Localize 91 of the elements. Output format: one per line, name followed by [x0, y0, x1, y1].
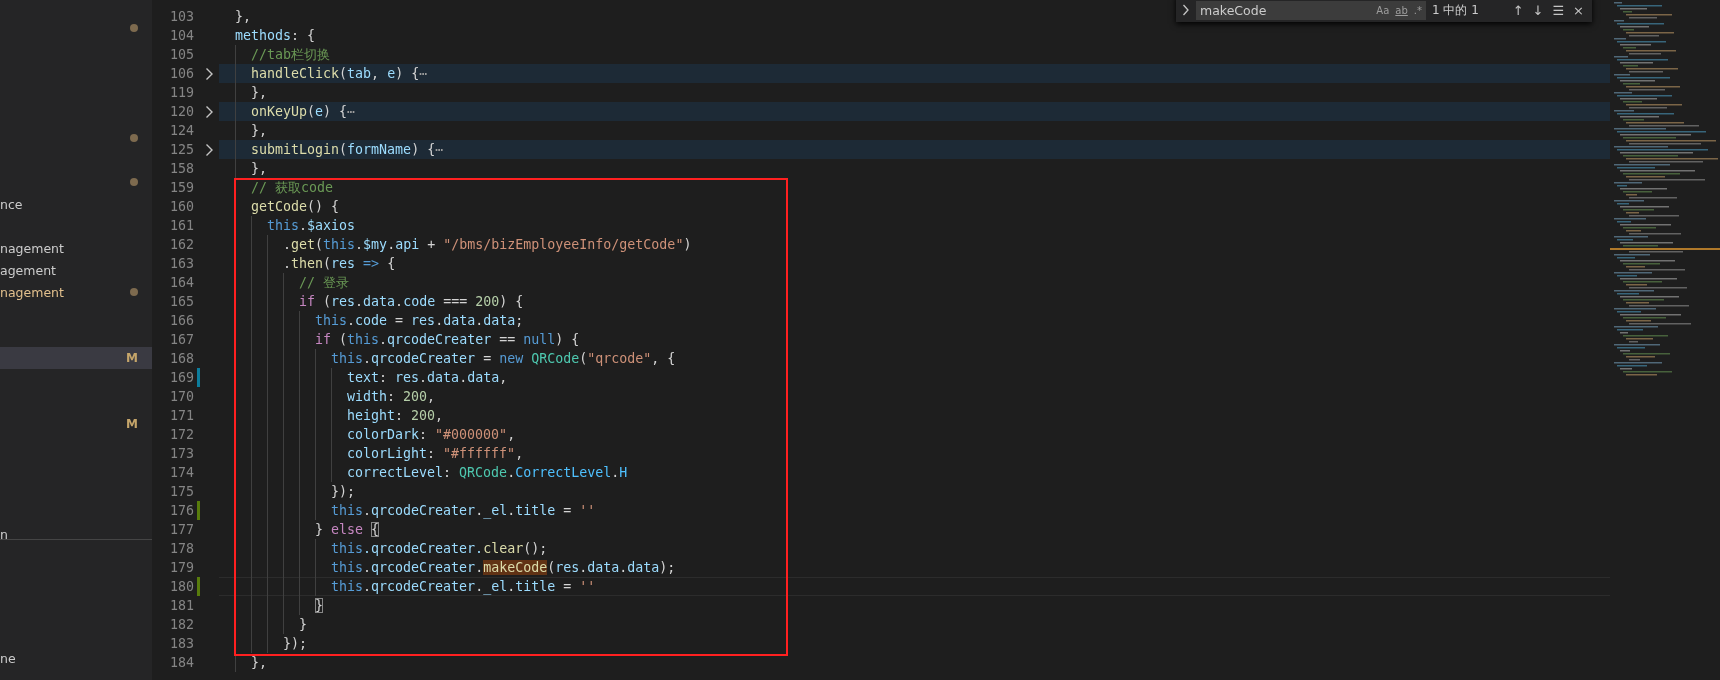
code-line: getCode() {	[251, 198, 340, 216]
code-line: //tab栏切换	[251, 46, 331, 64]
panel-item[interactable]: ne	[0, 648, 152, 670]
find-button[interactable]: ↓	[1532, 2, 1544, 18]
file-item[interactable]: nagement	[0, 237, 152, 259]
line-number: 170	[168, 388, 194, 406]
line-number: 174	[168, 464, 194, 482]
line-number: 158	[168, 160, 194, 178]
find-button[interactable]: ↑	[1512, 2, 1524, 18]
file-item[interactable]: agement	[0, 259, 152, 281]
code-line: if (res.data.code === 200) {	[299, 293, 524, 311]
code-line: },	[251, 654, 267, 672]
code-line: .then(res => {	[283, 255, 396, 273]
line-number: 166	[168, 312, 194, 330]
code-line: width: 200,	[347, 388, 436, 406]
file-item[interactable]: n	[0, 523, 152, 545]
line-number: 184	[168, 654, 194, 672]
chevron-icon[interactable]	[205, 104, 214, 119]
line-number: 105	[168, 46, 194, 64]
code-line: },	[235, 8, 251, 26]
line-number: 164	[168, 274, 194, 292]
line-number: 176	[168, 502, 194, 520]
line-number: 181	[168, 597, 194, 615]
file-item[interactable]: M	[0, 413, 152, 435]
code-line: } else {	[315, 521, 380, 539]
line-number: 171	[168, 407, 194, 425]
code-line: this.qrcodeCreater = new QRCode("qrcode", {	[331, 350, 676, 368]
line-number: 160	[168, 198, 194, 216]
code-line: },	[251, 160, 267, 178]
code-line: this.qrcodeCreater.clear();	[331, 540, 548, 558]
code-line: colorDark: "#000000",	[347, 426, 516, 444]
line-number: 183	[168, 635, 194, 653]
code-line: }	[299, 616, 307, 634]
code-line: height: 200,	[347, 407, 444, 425]
line-number: 120	[168, 103, 194, 121]
line-number: 180	[168, 578, 194, 596]
code-line: });	[331, 483, 356, 501]
line-number: 167	[168, 331, 194, 349]
line-number: 182	[168, 616, 194, 634]
line-number: 178	[168, 540, 194, 558]
line-number: 125	[168, 141, 194, 159]
code-line: this.qrcodeCreater._el.title = ''	[331, 578, 596, 596]
code-line: if (this.qrcodeCreater == null) {	[315, 331, 580, 349]
code-line: text: res.data.data,	[347, 369, 508, 387]
code-line: },	[251, 84, 267, 102]
chevron-icon[interactable]	[1182, 4, 1190, 16]
code-line: correctLevel: QRCode.CorrectLevel.H	[347, 464, 628, 482]
line-number: 165	[168, 293, 194, 311]
file-item[interactable]: nagement	[0, 281, 152, 303]
line-number: 159	[168, 179, 194, 197]
code-line: methods: {	[235, 27, 316, 45]
code-line: this.code = res.data.data;	[315, 312, 524, 330]
line-number: 168	[168, 350, 194, 368]
line-number: 119	[168, 84, 194, 102]
code-line: colorLight: "#ffffff",	[347, 445, 524, 463]
code-line: this.qrcodeCreater.makeCode(res.data.data);	[331, 559, 676, 577]
line-number: 161	[168, 217, 194, 235]
match-count: 1 中的 1	[1432, 1, 1479, 19]
line-number: 106	[168, 65, 194, 83]
line-number: 162	[168, 236, 194, 254]
code-line: onKeyUp(e) {⋯	[251, 103, 356, 121]
option-toggle[interactable]: .*	[1413, 4, 1422, 16]
line-number: 179	[168, 559, 194, 577]
find-button[interactable]: ☰	[1552, 2, 1565, 18]
line-number: 177	[168, 521, 194, 539]
option-toggle[interactable]: Aa	[1376, 4, 1390, 16]
line-number: 172	[168, 426, 194, 444]
line-number: 104	[168, 27, 194, 45]
code-line: });	[283, 635, 308, 653]
code-line: .get(this.$my.api + "/bms/bizEmployeeInfo/getCode")	[283, 236, 692, 254]
line-number: 163	[168, 255, 194, 273]
option-toggle[interactable]: ab	[1395, 4, 1408, 16]
chevron-icon[interactable]	[205, 66, 214, 81]
code-line: handleClick(tab, e) {⋯	[251, 65, 428, 83]
file-item[interactable]: M	[0, 347, 152, 369]
code-line: submitLogin(formName) {⋯	[251, 141, 444, 159]
code-line: this.$axios	[267, 217, 356, 235]
find-button[interactable]: ×	[1573, 2, 1584, 18]
code-line: this.qrcodeCreater._el.title = ''	[331, 502, 596, 520]
line-number: 173	[168, 445, 194, 463]
code-line: },	[251, 122, 267, 140]
search-field[interactable]: makeCode Aa ab .*	[1196, 0, 1426, 20]
code-line: // 获取code	[251, 179, 334, 197]
line-number: 103	[168, 8, 194, 26]
line-number: 175	[168, 483, 194, 501]
code-line: }	[315, 597, 323, 615]
line-number: 124	[168, 122, 194, 140]
code-line: // 登录	[299, 274, 350, 292]
chevron-icon[interactable]	[205, 142, 214, 157]
line-number: 169	[168, 369, 194, 387]
file-item[interactable]: nce	[0, 193, 152, 215]
